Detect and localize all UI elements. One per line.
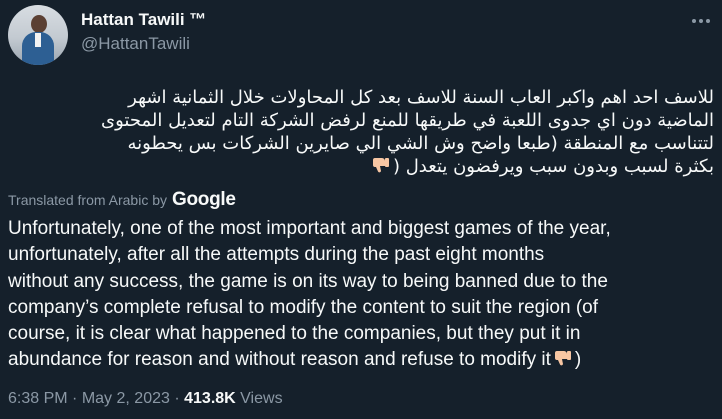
separator: · (72, 390, 78, 407)
google-logo: Google (172, 189, 236, 210)
translation-line: company’s complete refusal to modify the… (8, 296, 599, 318)
tweet-text-translation: Unfortunately, one of the most important… (8, 216, 714, 374)
thumbs-down-icon (372, 158, 389, 173)
arabic-line: لتتناسب مع المنطقة (طبعا واضح وش الشي ال… (127, 133, 714, 154)
author-name[interactable]: Hattan Tawili ™ (81, 10, 206, 30)
tweet-text-arabic: للاسف احد اهم واكبر العاب السنة للاسف بع… (8, 86, 714, 178)
tweet-meta: 6:38 PM · May 2, 2023 · 413.8K Views (8, 390, 283, 408)
dot (699, 19, 703, 23)
arabic-line-text: بكثرة لسبب وبدون سبب ويرفضون يتعدل (405, 156, 714, 177)
more-dots-icon[interactable] (688, 12, 714, 30)
separator: · (174, 390, 180, 407)
avatar-head (31, 15, 47, 33)
translation-line-text: abundance for reason and without reason … (8, 349, 551, 371)
dot (706, 19, 710, 23)
dot (692, 19, 696, 23)
translation-line: Unfortunately, one of the most important… (8, 218, 611, 239)
avatar-shirt (35, 33, 41, 47)
closing-paren: ) (574, 349, 582, 371)
translation-attribution[interactable]: Translated from Arabic by Google (8, 189, 236, 211)
thumbs-down-icon (554, 351, 571, 366)
translation-line: course, it is clear what happened to the… (8, 323, 581, 345)
views-label: Views (240, 390, 283, 407)
arabic-line: الماضية دون اي جدوى اللعبة في طريقها للم… (101, 110, 714, 131)
tweet-time[interactable]: 6:38 PM (8, 390, 68, 407)
avatar[interactable] (8, 5, 68, 65)
translated-label: Translated from Arabic by (8, 192, 167, 208)
translation-line: unfortunately, after all the attempts du… (8, 244, 545, 266)
translation-line: without any success, the game is on its … (8, 270, 608, 292)
translation-line-last: abundance for reason and without reason … (8, 347, 714, 373)
arabic-line-last: بكثرة لسبب وبدون سبب ويرفضون يتعدل ( (8, 155, 714, 178)
arabic-line: للاسف احد اهم واكبر العاب السنة للاسف بع… (128, 87, 714, 108)
author-handle[interactable]: @HattanTawili (81, 34, 190, 54)
views-count: 413.8K (184, 390, 236, 407)
tweet-date[interactable]: May 2, 2023 (82, 390, 170, 407)
